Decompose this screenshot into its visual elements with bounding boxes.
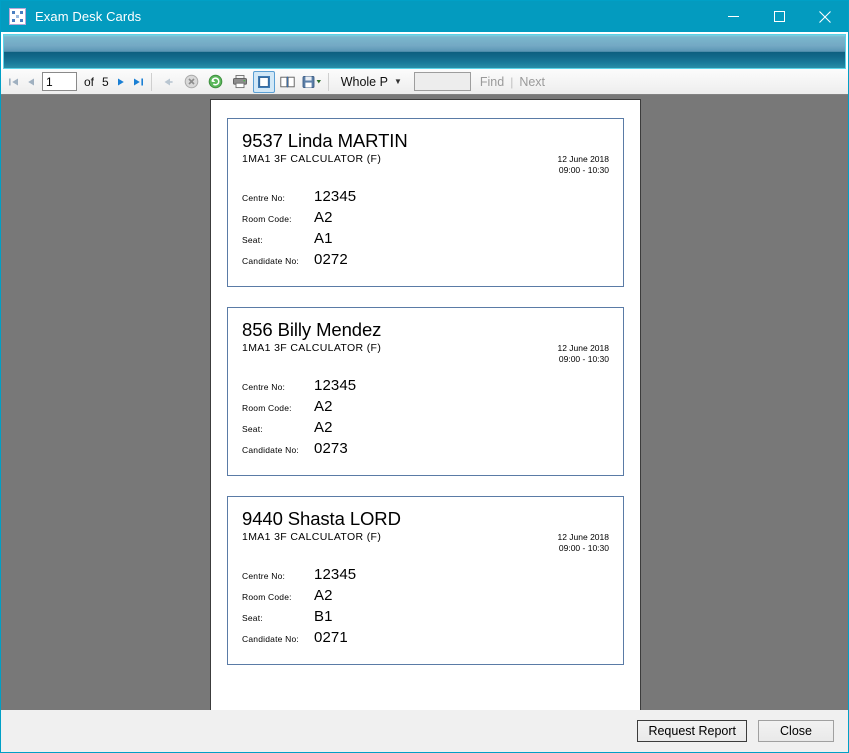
exam-datetime: 12 June 2018 09:00 - 10:30: [557, 343, 609, 365]
report-viewer-toolbar: of 5 Whole P: [1, 69, 848, 95]
find-button[interactable]: Find: [478, 75, 506, 89]
field-centre-no: Centre No: 12345: [242, 377, 609, 398]
field-value: 0272: [314, 251, 348, 268]
desk-card: 9537 Linda MARTIN 1MA1 3F CALCULATOR (F)…: [227, 118, 624, 287]
field-value: A2: [314, 398, 333, 415]
exam-subject: 1MA1 3F CALCULATOR (F): [242, 341, 609, 355]
exam-time: 09:00 - 10:30: [557, 543, 609, 554]
field-label: Room Code:: [242, 403, 314, 413]
field-seat: Seat: A2: [242, 419, 609, 440]
field-centre-no: Centre No: 12345: [242, 188, 609, 209]
stop-icon[interactable]: [181, 71, 203, 93]
candidate-name: 9440 Shasta LORD: [242, 508, 609, 530]
field-value: A2: [314, 419, 333, 436]
find-next-divider: |: [506, 75, 517, 89]
export-save-icon[interactable]: [301, 71, 323, 93]
field-label: Seat:: [242, 235, 314, 245]
field-label: Seat:: [242, 613, 314, 623]
exam-date: 12 June 2018: [557, 154, 609, 165]
print-icon[interactable]: [229, 71, 251, 93]
field-room-code: Room Code: A2: [242, 398, 609, 419]
candidate-name: 9537 Linda MARTIN: [242, 130, 609, 152]
field-label: Candidate No:: [242, 256, 314, 266]
field-candidate-no: Candidate No: 0273: [242, 440, 609, 461]
page-of-label: of: [80, 75, 98, 89]
app-grid-icon: [9, 8, 26, 25]
report-preview-area[interactable]: 9537 Linda MARTIN 1MA1 3F CALCULATOR (F)…: [1, 95, 848, 710]
page-layout-icon[interactable]: [253, 71, 275, 93]
previous-page-icon[interactable]: [22, 71, 39, 93]
field-candidate-no: Candidate No: 0271: [242, 629, 609, 650]
refresh-icon[interactable]: [205, 71, 227, 93]
field-value: 12345: [314, 377, 356, 394]
field-label: Candidate No:: [242, 445, 314, 455]
desk-card-fields: Centre No: 12345 Room Code: A2 Seat: A1 …: [242, 188, 609, 272]
desk-card-fields: Centre No: 12345 Room Code: A2 Seat: A2 …: [242, 377, 609, 461]
field-label: Centre No:: [242, 193, 314, 203]
desk-card: 9440 Shasta LORD 1MA1 3F CALCULATOR (F) …: [227, 496, 624, 665]
first-page-icon[interactable]: [5, 71, 22, 93]
field-value: 12345: [314, 566, 356, 583]
total-pages-label: 5: [98, 75, 113, 89]
dialog-footer: Request Report Close: [1, 710, 848, 752]
field-value: A1: [314, 230, 333, 247]
desk-card-fields: Centre No: 12345 Room Code: A2 Seat: B1 …: [242, 566, 609, 650]
exam-subject: 1MA1 3F CALCULATOR (F): [242, 530, 609, 544]
field-value: B1: [314, 608, 333, 625]
field-label: Room Code:: [242, 214, 314, 224]
toolbar-separator-2: [328, 73, 329, 91]
field-candidate-no: Candidate No: 0272: [242, 251, 609, 272]
field-centre-no: Centre No: 12345: [242, 566, 609, 587]
two-page-icon[interactable]: [277, 71, 299, 93]
field-seat: Seat: B1: [242, 608, 609, 629]
exam-date: 12 June 2018: [557, 343, 609, 354]
field-value: 12345: [314, 188, 356, 205]
zoom-level-value: Whole P: [337, 75, 392, 89]
window-controls: [710, 1, 848, 32]
report-page: 9537 Linda MARTIN 1MA1 3F CALCULATOR (F)…: [210, 99, 641, 710]
back-icon[interactable]: [157, 71, 179, 93]
title-bar: Exam Desk Cards: [1, 1, 848, 32]
exam-datetime: 12 June 2018 09:00 - 10:30: [557, 154, 609, 176]
field-value: A2: [314, 209, 333, 226]
page-number-input[interactable]: [42, 72, 77, 91]
field-label: Candidate No:: [242, 634, 314, 644]
candidate-name: 856 Billy Mendez: [242, 319, 609, 341]
field-label: Seat:: [242, 424, 314, 434]
exam-date: 12 June 2018: [557, 532, 609, 543]
field-label: Room Code:: [242, 592, 314, 602]
field-seat: Seat: A1: [242, 230, 609, 251]
toolbar-separator-1: [151, 73, 152, 91]
find-next-button[interactable]: Next: [517, 75, 547, 89]
window-title: Exam Desk Cards: [35, 9, 141, 24]
desk-card-header: 9537 Linda MARTIN 1MA1 3F CALCULATOR (F)…: [242, 130, 609, 172]
minimize-icon[interactable]: [710, 1, 756, 32]
field-room-code: Room Code: A2: [242, 587, 609, 608]
desk-card-header: 9440 Shasta LORD 1MA1 3F CALCULATOR (F) …: [242, 508, 609, 550]
field-label: Centre No:: [242, 382, 314, 392]
field-value: 0273: [314, 440, 348, 457]
header-banner: [1, 32, 848, 69]
field-room-code: Room Code: A2: [242, 209, 609, 230]
maximize-icon[interactable]: [756, 1, 802, 32]
desk-card: 856 Billy Mendez 1MA1 3F CALCULATOR (F) …: [227, 307, 624, 476]
exam-time: 09:00 - 10:30: [557, 354, 609, 365]
header-banner-gradient: [3, 34, 846, 69]
last-page-icon[interactable]: [130, 71, 147, 93]
zoom-level-dropdown[interactable]: Whole P ▼: [337, 71, 408, 93]
search-input[interactable]: [414, 72, 471, 91]
exam-desk-cards-window: Exam Desk Cards of 5: [0, 0, 849, 753]
next-page-icon[interactable]: [113, 71, 130, 93]
chevron-down-icon[interactable]: ▼: [392, 77, 408, 86]
desk-card-header: 856 Billy Mendez 1MA1 3F CALCULATOR (F) …: [242, 319, 609, 361]
exam-datetime: 12 June 2018 09:00 - 10:30: [557, 532, 609, 554]
field-value: A2: [314, 587, 333, 604]
field-value: 0271: [314, 629, 348, 646]
request-report-button[interactable]: Request Report: [637, 720, 747, 742]
close-button[interactable]: Close: [758, 720, 834, 742]
field-label: Centre No:: [242, 571, 314, 581]
exam-time: 09:00 - 10:30: [557, 165, 609, 176]
close-icon[interactable]: [802, 1, 848, 32]
exam-subject: 1MA1 3F CALCULATOR (F): [242, 152, 609, 166]
